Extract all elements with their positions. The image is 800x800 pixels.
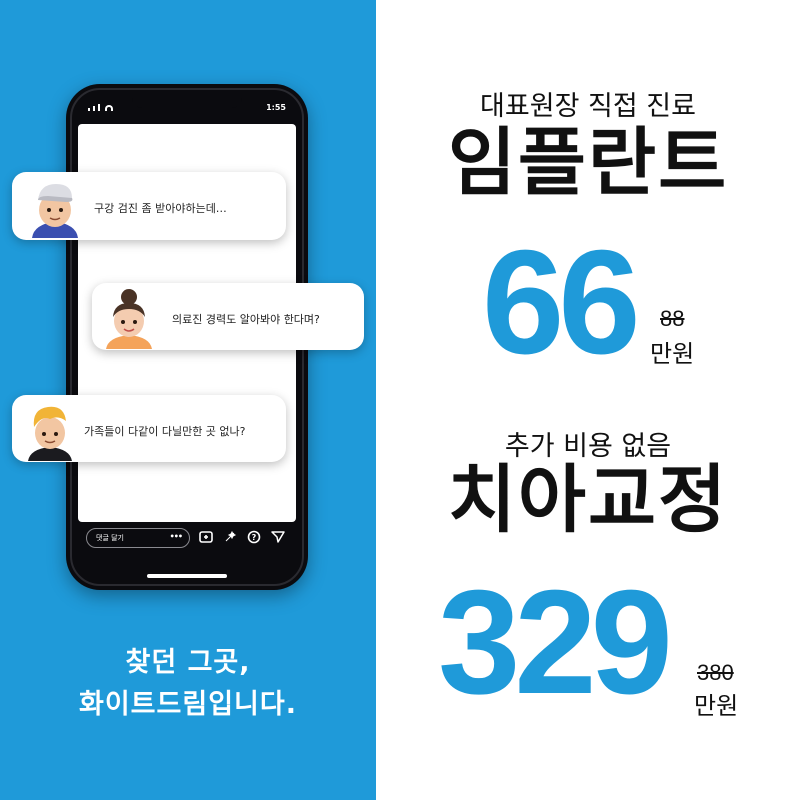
chat-text: 구강 검진 좀 받아야하는데… [94, 202, 227, 215]
offer-price: 66 [482, 220, 641, 385]
offer-price: 329 [438, 560, 673, 725]
offer-title: 치아교정 [447, 457, 729, 543]
slogan-line-2: 화이트드림입니다. [79, 689, 297, 720]
slogan-line-1: 찾던 그곳, [125, 647, 251, 678]
offer-price-unit: 만원 [694, 692, 739, 720]
offer-old-price: 88 [660, 306, 685, 331]
chat-bubble: 의료진 경력도 알아봐야 한다며? [92, 283, 364, 350]
question-icon[interactable]: ? [246, 530, 262, 546]
offer-title: 임플란트 [447, 120, 729, 206]
status-bar: 1:55 [84, 102, 290, 116]
boy-cap-avatar [32, 184, 78, 238]
svg-text:?: ? [252, 533, 257, 542]
woman-bun-avatar [106, 289, 152, 349]
send-icon[interactable] [270, 530, 286, 546]
chat-text: 가족들이 다같이 다닐만한 곳 없나? [84, 425, 246, 438]
offer-old-price: 380 [697, 660, 734, 685]
chat-bubble: 구강 검진 좀 받아야하는데… [12, 172, 286, 240]
sparkle-icon[interactable] [222, 530, 238, 546]
more-icon[interactable]: ••• [170, 528, 183, 546]
chat-text: 의료진 경력도 알아봐야 한다며? [172, 313, 320, 326]
comment-placeholder: 댓글 달기 [96, 534, 124, 542]
collab-icon[interactable] [198, 530, 214, 546]
blond-boy-avatar [28, 406, 72, 461]
home-indicator [147, 574, 227, 578]
phone-toolbar: 댓글 달기 ••• ? [86, 526, 292, 550]
chat-bubble: 가족들이 다같이 다닐만한 곳 없나? [12, 395, 286, 462]
signal-icon [88, 104, 113, 111]
comment-input[interactable]: 댓글 달기 ••• [86, 528, 190, 548]
offer-price-unit: 만원 [650, 340, 695, 368]
status-time: 1:55 [266, 103, 286, 112]
wifi-icon [105, 105, 113, 111]
